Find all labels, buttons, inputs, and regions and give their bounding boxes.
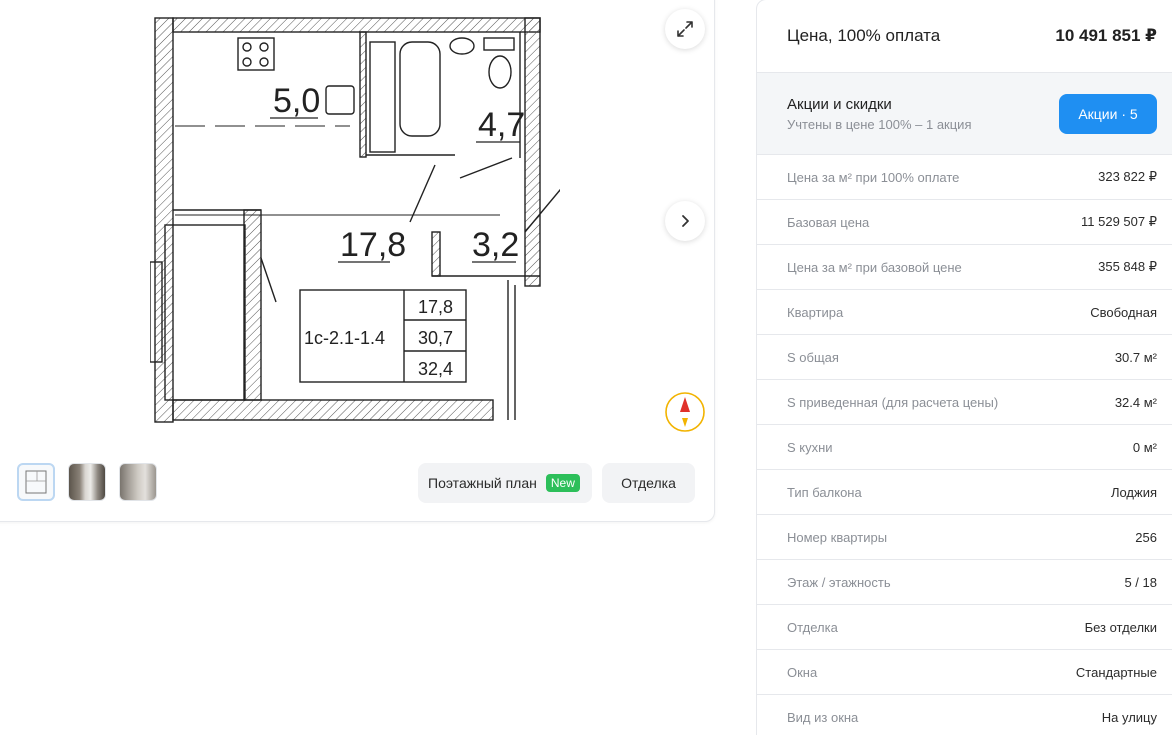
compass-north-icon	[664, 391, 706, 433]
param-row: Этаж / этажность 5 / 18	[757, 560, 1172, 605]
param-row: Отделка Без отделки	[757, 605, 1172, 650]
room-area-bathroom: 4,7	[478, 106, 525, 144]
bath-wall	[359, 31, 367, 158]
thumbnail-strip	[17, 463, 157, 501]
thumb-photo-2[interactable]	[119, 463, 157, 501]
param-row: Вид из окна На улицу	[757, 695, 1172, 735]
param-label: Базовая цена	[787, 214, 870, 230]
toilet	[488, 55, 512, 89]
apartment-info-panel: Цена, 100% оплата 10 491 851 ₽ Акции и с…	[756, 0, 1172, 735]
param-value: 5 / 18	[1124, 574, 1157, 590]
param-value: Лоджия	[1110, 484, 1157, 500]
new-badge: New	[545, 474, 580, 492]
param-label: Вид из окна	[787, 709, 859, 725]
param-row: Цена за м² при базовой цене 355 848 ₽	[757, 245, 1172, 290]
finish-button[interactable]: Отделка	[602, 463, 695, 503]
chevron-right-icon	[682, 215, 689, 227]
wall-top	[172, 17, 541, 33]
room-area-kitchen: 5,0	[273, 82, 320, 120]
param-label: S общая	[787, 349, 839, 365]
sink	[325, 85, 355, 115]
legend-living: 17,8	[418, 297, 453, 317]
param-label: Цена за м² при 100% оплате	[787, 169, 960, 185]
param-row: S приведенная (для расчета цены) 32.4 м²	[757, 380, 1172, 425]
param-label: S приведенная (для расчета цены)	[787, 394, 999, 410]
param-label: Окна	[787, 664, 818, 680]
expand-arrows-icon	[677, 21, 693, 37]
floor-plan-label: Поэтажный план	[428, 475, 537, 491]
washbasin	[449, 37, 475, 55]
finish-label: Отделка	[621, 475, 676, 491]
param-label: Тип балкона	[787, 484, 862, 500]
floor-plan-drawing: 5,0 4,7 17,8 3,2 1с-2.1-1.4 17,8 30,7 32…	[150, 14, 560, 424]
param-label: Номер квартиры	[787, 529, 888, 545]
param-label: Этаж / этажность	[787, 574, 891, 590]
price-row: Цена, 100% оплата 10 491 851 ₽	[757, 0, 1172, 73]
price-value: 10 491 851 ₽	[1055, 26, 1157, 45]
legend-code: 1с-2.1-1.4	[304, 328, 385, 348]
param-row: Квартира Свободная	[757, 290, 1172, 335]
room-area-hall: 3,2	[472, 226, 519, 264]
promotions-button[interactable]: Акции · 5	[1059, 93, 1157, 134]
next-image-button[interactable]	[665, 201, 705, 241]
balcony	[164, 224, 246, 401]
param-row: S общая 30.7 м²	[757, 335, 1172, 380]
param-value: 11 529 507 ₽	[1081, 214, 1157, 229]
thumb-plan[interactable]	[17, 463, 55, 501]
param-value: 256	[1135, 529, 1157, 545]
param-label: Цена за м² при базовой цене	[787, 259, 962, 275]
param-value: На улицу	[1101, 709, 1157, 725]
expand-button[interactable]	[665, 9, 705, 49]
promo-subtitle: Учтены в цене 100% – 1 акция	[787, 116, 972, 132]
param-row: S кухни 0 м²	[757, 425, 1172, 470]
param-value: Свободная	[1090, 304, 1157, 320]
legend-total: 30,7	[418, 328, 453, 348]
price-label: Цена, 100% оплата	[787, 26, 941, 45]
param-value: Стандартные	[1075, 664, 1157, 680]
param-value: 30.7 м²	[1114, 349, 1157, 365]
param-value: 323 822 ₽	[1098, 169, 1157, 184]
param-row: Базовая цена 11 529 507 ₽	[757, 200, 1172, 245]
wall-right	[524, 17, 541, 287]
plan-thumbnail-icon	[25, 470, 47, 494]
promo-row: Акции и скидки Учтены в цене 100% – 1 ак…	[757, 73, 1172, 155]
param-value: 32.4 м²	[1114, 394, 1157, 410]
param-label: Квартира	[787, 304, 844, 320]
promo-title: Акции и скидки	[787, 95, 892, 113]
floor-plan-button[interactable]: Поэтажный план New	[418, 463, 592, 503]
param-label: Отделка	[787, 619, 838, 635]
param-row: Цена за м² при 100% оплате 323 822 ₽	[757, 155, 1172, 200]
param-value: Без отделки	[1084, 619, 1157, 635]
param-value: 355 848 ₽	[1098, 259, 1157, 274]
stove	[237, 37, 275, 71]
param-row: Окна Стандартные	[757, 650, 1172, 695]
wall-balcony	[243, 209, 262, 401]
param-value: 0 м²	[1132, 439, 1157, 455]
legend-reduced: 32,4	[418, 359, 453, 379]
param-row: Тип балкона Лоджия	[757, 470, 1172, 515]
param-label: S кухни	[787, 439, 833, 455]
param-row: Номер квартиры 256	[757, 515, 1172, 560]
wall-bottom	[172, 399, 494, 421]
bathtub	[399, 41, 441, 137]
thumb-photo-1[interactable]	[68, 463, 106, 501]
room-area-living: 17,8	[340, 226, 406, 264]
